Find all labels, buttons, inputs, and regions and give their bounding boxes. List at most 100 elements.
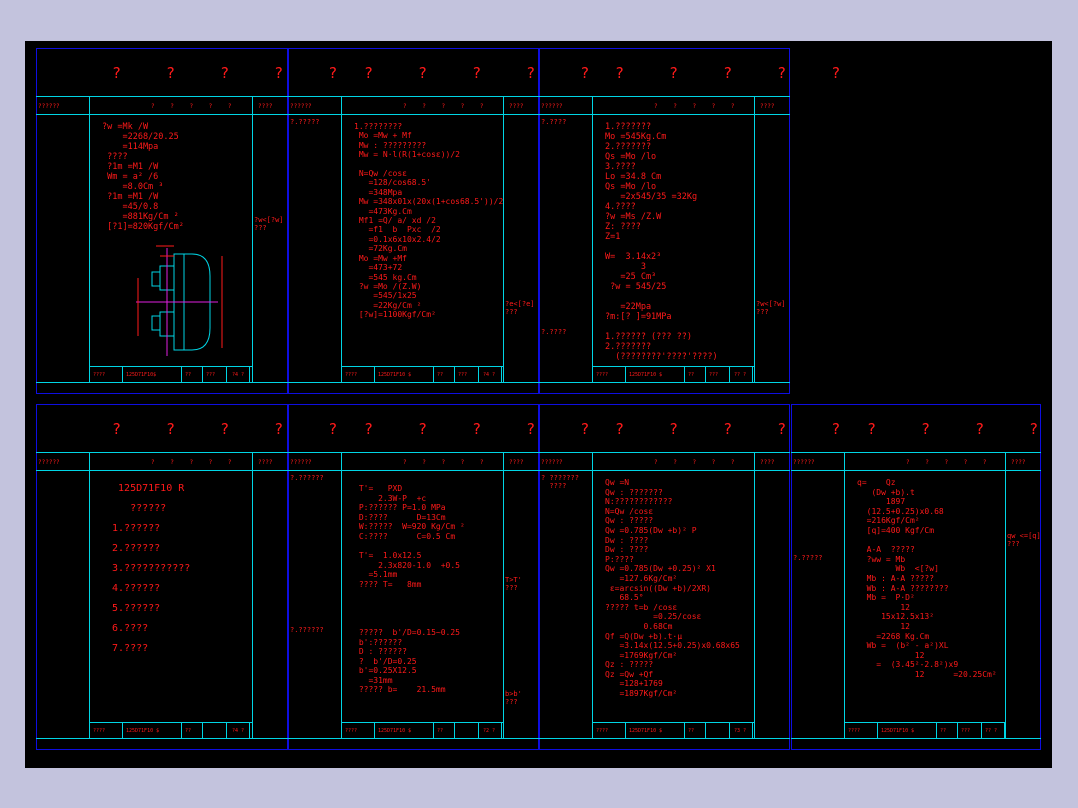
footer-cell-divider — [478, 366, 479, 382]
panel-5: ? ? ? ? ???????? ? ? ? ????? T'= PXD 2.3… — [288, 404, 589, 750]
left-note: ?.????? — [290, 118, 320, 126]
column-divider-right — [252, 96, 253, 382]
footer-cell-2: 125D71F10 $ — [629, 372, 663, 378]
column-divider-right — [754, 96, 755, 382]
footer-cell-divider — [433, 722, 434, 738]
footer-cell-divider — [122, 366, 123, 382]
calculation-text: Qw =N Qw : ??????? N:???????????? N=Qw /… — [605, 478, 740, 699]
header-line-top — [791, 452, 1041, 453]
footer-cell-divider — [752, 722, 753, 738]
footer-cell-4: ??? — [458, 372, 468, 378]
right-note: ?w<[?w] ??? — [756, 300, 786, 316]
header-label-right: ???? — [509, 103, 524, 110]
calculation-text: 1.???????? Mo =Mw + Mf Mw : ????????? Mw… — [354, 122, 504, 320]
footer-cell-1: ???? — [345, 728, 358, 734]
footer-cell-divider — [374, 722, 375, 738]
footer-cell-divider — [1004, 722, 1005, 738]
footer-cell-divider — [122, 722, 123, 738]
calculation-text: q= Qz (Dw +b).t 1897 (12.5+0.25)x0.68 =2… — [857, 478, 997, 679]
footer-cell-3: ?? — [940, 728, 947, 734]
panel-bottom-line — [36, 738, 288, 739]
panel-4: ? ? ? ? ???????? ? ? ? ????? 125D71F10 R… — [36, 404, 337, 750]
footer-cell-1: ???? — [596, 372, 609, 378]
header-line-top — [36, 96, 288, 97]
panel-title: ? ? ? ? ? — [867, 420, 1078, 438]
header-label-middle: ? ? ? ? ? — [151, 459, 238, 466]
footer-cell-1: ???? — [93, 372, 106, 378]
column-divider-left — [341, 452, 342, 738]
left-note: ?.???? — [541, 118, 567, 126]
footer-cell-2: 125D71F10 $ — [378, 372, 412, 378]
footer-cell-5: ?4 ? — [232, 728, 245, 734]
footer-cell-divider — [374, 366, 375, 382]
calculation-text: 125D71F10 R ?????? 1.?????? 2.?????? 3.?… — [112, 483, 191, 654]
footer-cell-1: ???? — [596, 728, 609, 734]
header-line-top — [539, 452, 790, 453]
column-divider-right — [503, 452, 504, 738]
header-label-middle: ? ? ? ? ? — [403, 103, 490, 110]
footer-cell-3: ?? — [437, 372, 444, 378]
column-divider-right — [1005, 452, 1006, 738]
column-divider-left — [89, 96, 90, 382]
footer-cell-5: ?? ? — [734, 372, 747, 378]
header-label-right: ???? — [1011, 459, 1026, 466]
footer-cell-4: ??? — [206, 372, 216, 378]
footer-cell-divider — [202, 366, 203, 382]
calculation-text: 1.??????? Mo =545Kg.Cm 2.??????? Qs =Mo … — [605, 122, 718, 362]
panel-3: ? ? ? ? ???????? ? ? ? ????? 1.??????? Mo… — [539, 48, 840, 394]
column-divider-right — [754, 452, 755, 738]
footer-cell-divider — [705, 366, 706, 382]
header-label-left: ?????? — [38, 459, 60, 466]
header-line-top — [288, 96, 539, 97]
column-divider-left — [844, 452, 845, 738]
panel-bottom-line — [36, 382, 288, 383]
footer-cell-divider — [705, 722, 706, 738]
footer-cell-5: ?4 ? — [483, 372, 496, 378]
header-line-bottom — [36, 470, 288, 471]
left-note: ? ??????? ???? — [541, 474, 579, 490]
header-label-middle: ? ? ? ? ? — [403, 459, 490, 466]
header-label-left: ?????? — [38, 103, 60, 110]
panel-bottom-line — [791, 738, 1041, 739]
footer-cell-1: ???? — [848, 728, 861, 734]
footer-cell-divider — [501, 366, 502, 382]
panel-6: ? ? ? ? ???????? ? ? ? ????? Qw =N Qw : ?… — [539, 404, 840, 750]
footer-cell-5: ?4 ? — [232, 372, 245, 378]
panel-2: ? ? ? ? ???????? ? ? ? ????? 1.???????? M… — [288, 48, 589, 394]
header-label-middle: ? ? ? ? ? — [906, 459, 993, 466]
calculation-text: ?w =Mk /W =2268/20.25 =114Mpa ???? ?1m =… — [102, 122, 184, 232]
header-label-left: ?????? — [541, 103, 563, 110]
footer-cell-3: ?? — [688, 728, 695, 734]
header-line-bottom — [288, 114, 539, 115]
footer-cell-divider — [752, 366, 753, 382]
header-label-right: ???? — [258, 103, 273, 110]
footer-cell-2: 125D71F10 $ — [881, 728, 915, 734]
panel-7: ? ? ? ? ??????? ? ? ? ? ????? q= Qz (Dw +b… — [791, 404, 1078, 750]
header-label-left: ?????? — [290, 103, 312, 110]
footer-cell-divider — [729, 722, 730, 738]
footer-cell-divider — [454, 722, 455, 738]
right-note: ?e<[?e] ??? — [505, 300, 535, 316]
panel-bottom-line — [288, 738, 539, 739]
right-note: ?w<[?w] ??? — [254, 216, 284, 232]
footer-cell-2: 125D71F10 $ — [126, 728, 160, 734]
header-line-bottom — [539, 470, 790, 471]
header-line-bottom — [791, 470, 1041, 471]
right-note: qw <=[q] ??? — [1007, 532, 1041, 548]
footer-cell-divider — [684, 722, 685, 738]
header-line-top — [36, 452, 288, 453]
column-divider-left — [592, 452, 593, 738]
header-label-right: ???? — [760, 103, 775, 110]
column-divider-left — [89, 452, 90, 738]
footer-cell-divider — [936, 722, 937, 738]
footer-cell-1: ???? — [345, 372, 358, 378]
header-line-bottom — [288, 470, 539, 471]
panel-bottom-line — [539, 382, 790, 383]
header-line-bottom — [36, 114, 288, 115]
header-line-bottom — [539, 114, 790, 115]
footer-cell-2: 125D71F10 $ — [629, 728, 663, 734]
column-divider-left — [341, 96, 342, 382]
footer-cell-divider — [226, 722, 227, 738]
footer-cell-3: ?? — [437, 728, 444, 734]
footer-cell-divider — [249, 722, 250, 738]
